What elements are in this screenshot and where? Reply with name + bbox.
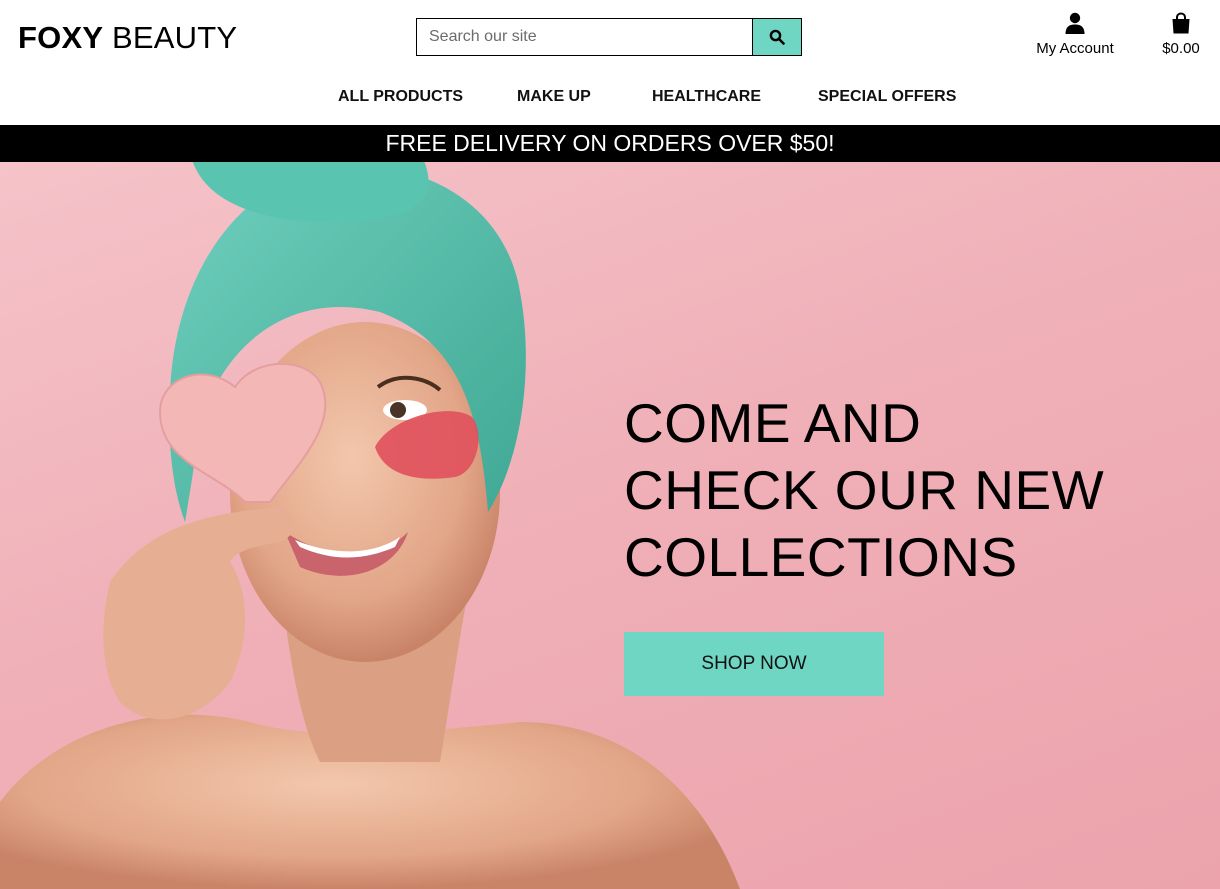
hero-headline-line-1: COME AND	[624, 392, 922, 454]
search-input[interactable]	[416, 18, 752, 56]
hero-headline-line-3: COLLECTIONS	[624, 526, 1018, 588]
site-header: FOXY BEAUTY My Account $0.00	[0, 0, 1220, 125]
user-icon	[1065, 12, 1085, 34]
cart-link[interactable]: $0.00	[1150, 12, 1212, 57]
search-form	[416, 18, 802, 56]
search-button[interactable]	[752, 18, 802, 56]
shop-now-button[interactable]: SHOP NOW	[624, 632, 884, 696]
main-nav: ALL PRODUCTS MAKE UP HEALTHCARE SPECIAL …	[0, 87, 1220, 109]
promo-banner: FREE DELIVERY ON ORDERS OVER $50!	[0, 125, 1220, 162]
shopping-bag-icon	[1172, 12, 1190, 34]
site-logo[interactable]: FOXY BEAUTY	[18, 18, 237, 58]
nav-all-products[interactable]: ALL PRODUCTS	[338, 87, 463, 107]
nav-healthcare[interactable]: HEALTHCARE	[652, 87, 761, 107]
logo-text: BEAUTY	[112, 20, 238, 55]
hero-headline: COME AND CHECK OUR NEW COLLECTIONS	[624, 390, 1184, 591]
search-icon	[769, 29, 785, 45]
my-account-link[interactable]: My Account	[1020, 12, 1130, 57]
logo-bold-text: FOXY	[18, 20, 104, 55]
my-account-label: My Account	[1036, 40, 1114, 57]
hero-section: COME AND CHECK OUR NEW COLLECTIONS SHOP …	[0, 162, 1220, 889]
hero-headline-line-2: CHECK OUR NEW	[624, 459, 1105, 521]
nav-special-offers[interactable]: SPECIAL OFFERS	[818, 87, 956, 107]
nav-make-up[interactable]: MAKE UP	[517, 87, 591, 107]
cart-total: $0.00	[1162, 40, 1200, 57]
